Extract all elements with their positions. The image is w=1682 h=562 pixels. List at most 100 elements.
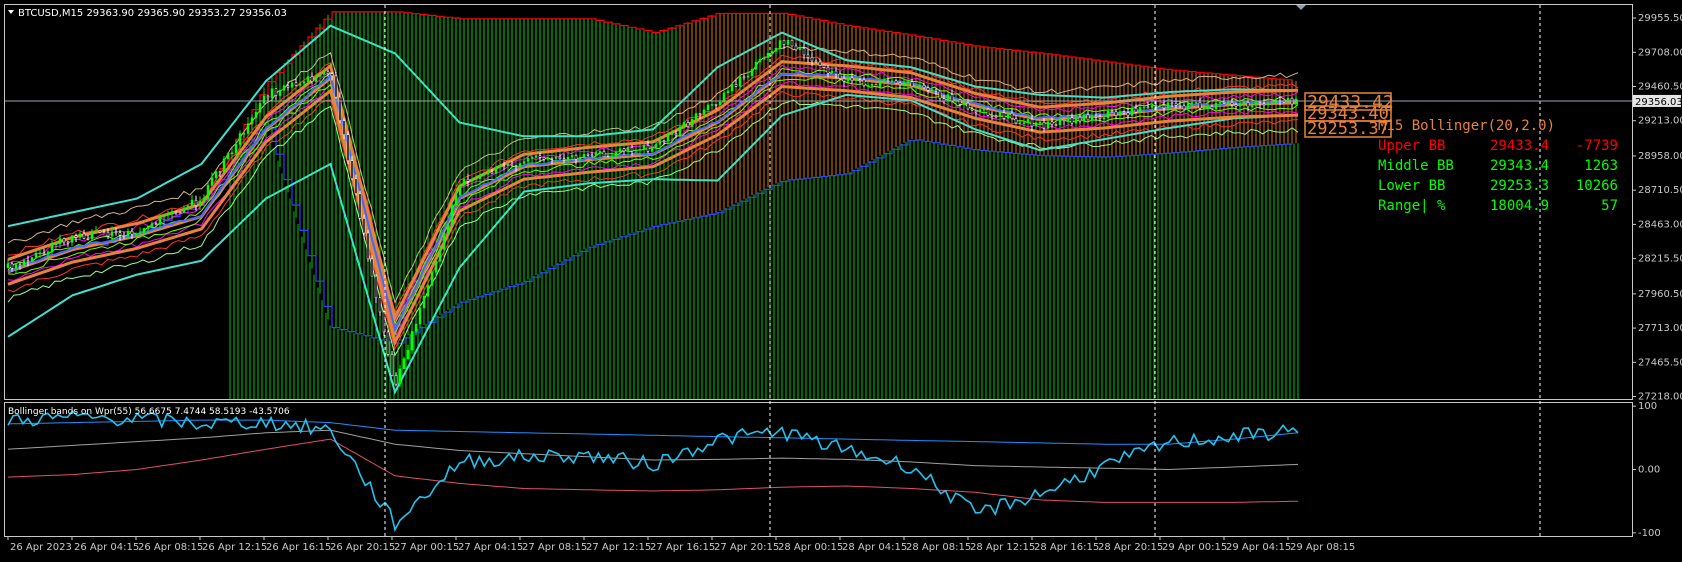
candle-body	[482, 173, 486, 176]
wpr-middle-band	[7, 429, 1299, 471]
candle-body	[1178, 105, 1182, 107]
candle-body	[1294, 98, 1298, 105]
candle-body	[926, 87, 930, 91]
wpr-tick-label: -100	[1638, 528, 1661, 539]
candle-body	[266, 95, 270, 99]
candle-body	[142, 228, 146, 233]
candle-body	[662, 140, 666, 142]
candle-body	[1154, 105, 1158, 107]
candle-body	[698, 113, 702, 115]
candle-body	[1090, 116, 1094, 121]
candle-body	[226, 153, 230, 160]
time-tick-label: 28 Apr 12:15	[970, 542, 1035, 553]
candle-body	[350, 160, 354, 180]
candle-body	[254, 111, 258, 119]
candle-body	[658, 140, 662, 145]
candle-body	[810, 57, 814, 62]
bb-row-extra: 10266	[1576, 178, 1618, 194]
candle-body	[742, 76, 746, 79]
time-tick-label: 28 Apr 16:15	[1034, 542, 1099, 553]
price-tick-label: 29955.50	[1638, 13, 1682, 24]
candle-body	[194, 199, 198, 206]
candle-body	[422, 296, 426, 309]
candle-body	[14, 264, 18, 269]
candle-body	[398, 368, 402, 385]
time-tick-label: 27 Apr 04:15	[458, 542, 523, 553]
candle-body	[282, 85, 286, 91]
candle-body	[870, 83, 874, 86]
candle-body	[834, 70, 838, 75]
chart-root[interactable]: 29955.50 29708.00 29460.50 29213.00 28958.00…	[0, 0, 1682, 558]
bb-lower-line	[7, 93, 1299, 395]
candle-body	[402, 358, 406, 370]
candle-body	[1046, 121, 1050, 129]
candle-body	[246, 123, 250, 134]
candle-body	[270, 88, 274, 99]
svg-text:29253.37: 29253.37	[1307, 119, 1389, 139]
time-tick-label: 27 Apr 08:15	[522, 542, 587, 553]
bb-row-extra: -7739	[1576, 138, 1618, 154]
candle-body	[790, 40, 794, 47]
candle-body	[710, 104, 714, 106]
menu-triangle-icon[interactable]	[8, 10, 14, 14]
candle-body	[646, 145, 650, 152]
candle-body	[966, 102, 970, 110]
candle-body	[210, 177, 214, 186]
candle-body	[474, 178, 478, 180]
candle-body	[846, 77, 850, 82]
candle-body	[1070, 117, 1074, 124]
candle-body	[962, 102, 966, 105]
candle-body	[618, 148, 622, 153]
candle-body	[302, 81, 306, 84]
candle-body	[1190, 102, 1194, 104]
candle-body	[78, 233, 82, 238]
candle-body	[718, 101, 722, 106]
candle-body	[890, 80, 894, 83]
price-tick-label: 29460.50	[1638, 81, 1682, 92]
candle-body	[526, 158, 530, 162]
time-tick-label: 26 Apr 04:15	[74, 542, 139, 553]
candle-body	[22, 260, 26, 267]
candle-body	[902, 82, 906, 86]
candle-body	[1194, 102, 1198, 104]
symbol-header: BTCUSD,M15 29363.90 29365.90 29353.27 29…	[18, 8, 287, 19]
candle-body	[1134, 107, 1138, 113]
candle-body	[222, 158, 226, 173]
candle-body	[694, 113, 698, 120]
candle-body	[150, 223, 154, 227]
candle-body	[602, 151, 606, 157]
candle-body	[894, 80, 898, 84]
candle-body	[1022, 122, 1026, 124]
bb-row-value: 29343.4	[1490, 158, 1549, 174]
candle-body	[1282, 101, 1286, 103]
candle-body	[446, 224, 450, 233]
candle-body	[590, 154, 594, 157]
candle-body	[434, 261, 438, 273]
chart-shift-marker-icon[interactable]	[1296, 5, 1306, 10]
candle-body	[166, 213, 170, 216]
candle-body	[1110, 110, 1114, 113]
candle-body	[1138, 107, 1142, 113]
candle-body	[534, 155, 538, 158]
candle-body	[830, 70, 834, 74]
candle-body	[130, 230, 134, 235]
chart-canvas[interactable]: 29955.50 29708.00 29460.50 29213.00 28958.00…	[0, 0, 1682, 558]
candle-body	[642, 145, 646, 150]
candle-body	[362, 218, 366, 234]
candle-body	[550, 157, 554, 160]
candle-body	[766, 52, 770, 58]
candle-body	[1074, 116, 1078, 124]
indicator-plot-frame	[4, 402, 1633, 537]
candle-body	[958, 99, 962, 105]
candle-body	[458, 184, 462, 196]
candle-body	[242, 133, 246, 135]
candle-body	[706, 104, 710, 111]
candle-body	[758, 59, 762, 63]
candle-body	[358, 193, 362, 219]
candle-body	[1054, 124, 1058, 126]
candle-body	[58, 238, 62, 244]
candle-body	[498, 165, 502, 168]
time-tick-label: 28 Apr 08:15	[906, 542, 971, 553]
price-tick-label: 27713.00	[1638, 323, 1682, 334]
candle-body	[114, 231, 118, 234]
